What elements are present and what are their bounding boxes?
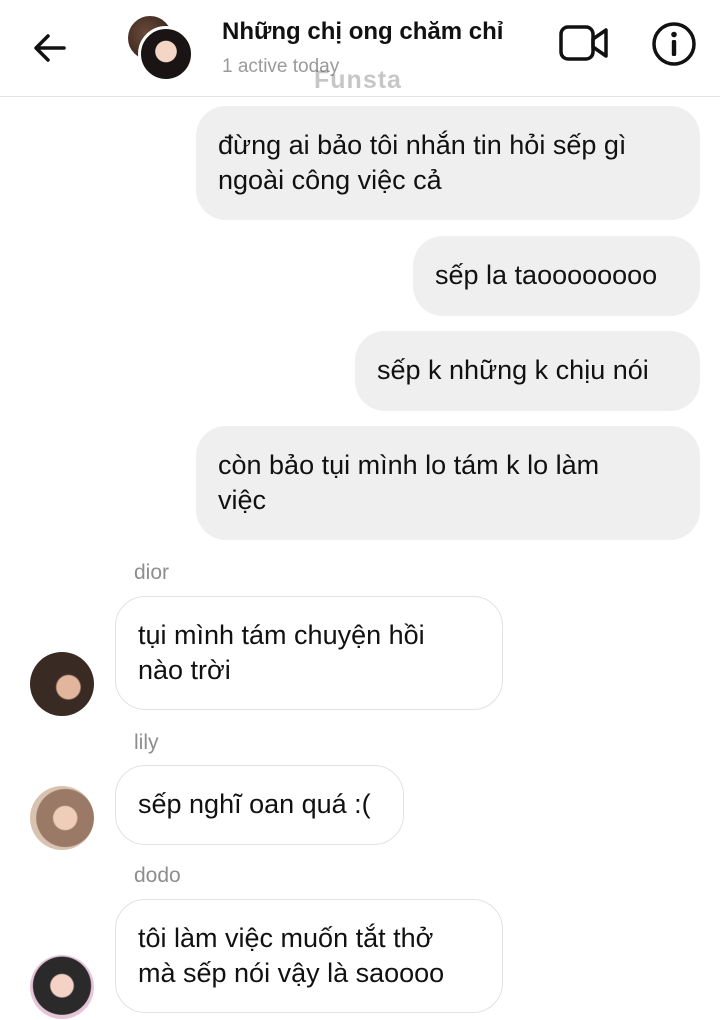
incoming-message[interactable]: tụi mình tám chuyện hồi nào trời [115, 596, 503, 710]
video-call-button[interactable] [556, 20, 612, 66]
message-line: mà sếp nói vậy là saoooo [138, 958, 445, 988]
sender-name: lily [134, 731, 159, 754]
outgoing-message[interactable]: sếp la taoooooooo [413, 236, 700, 316]
message-line: tụi mình tám chuyện hồi [138, 620, 425, 650]
message-line: còn bảo tụi mình lo tám k lo làm [218, 450, 600, 480]
message-line: sếp nghĩ oan quá :( [138, 789, 371, 819]
outgoing-message[interactable]: sếp k những k chịu nói [355, 331, 700, 411]
back-button[interactable] [30, 28, 70, 68]
message-line: sếp la taoooooooo [435, 260, 658, 290]
watermark: Funsta [314, 66, 402, 94]
avatar [138, 26, 194, 82]
message-line: nào trời [138, 655, 231, 685]
info-button[interactable] [650, 20, 698, 68]
incoming-message[interactable]: sếp nghĩ oan quá :( [115, 765, 404, 845]
message-line: sếp k những k chịu nói [377, 355, 649, 385]
sender-name: dodo [134, 864, 181, 887]
outgoing-message[interactable]: còn bảo tụi mình lo tám k lo làm việc [196, 426, 700, 540]
incoming-message[interactable]: tôi làm việc muốn tắt thở mà sếp nói vậy… [115, 899, 503, 1013]
info-icon [652, 22, 696, 66]
arrow-left-icon [34, 34, 66, 62]
message-line: ngoài công việc cả [218, 165, 442, 195]
message-line: việc [218, 485, 267, 515]
chat-header: Những chị ong chăm chỉ 1 active today Fu… [0, 0, 720, 97]
avatar[interactable] [30, 652, 94, 716]
message-line: đừng ai bảo tôi nhắn tin hỏi sếp gì [218, 130, 627, 160]
group-avatar[interactable] [124, 12, 194, 82]
chat-title[interactable]: Những chị ong chăm chỉ [222, 18, 503, 46]
video-call-icon [559, 25, 608, 61]
avatar[interactable] [30, 955, 94, 1019]
avatar[interactable] [30, 786, 94, 850]
outgoing-message[interactable]: đừng ai bảo tôi nhắn tin hỏi sếp gì ngoà… [196, 106, 700, 220]
sender-name: dior [134, 561, 170, 584]
message-line: tôi làm việc muốn tắt thở [138, 923, 434, 953]
